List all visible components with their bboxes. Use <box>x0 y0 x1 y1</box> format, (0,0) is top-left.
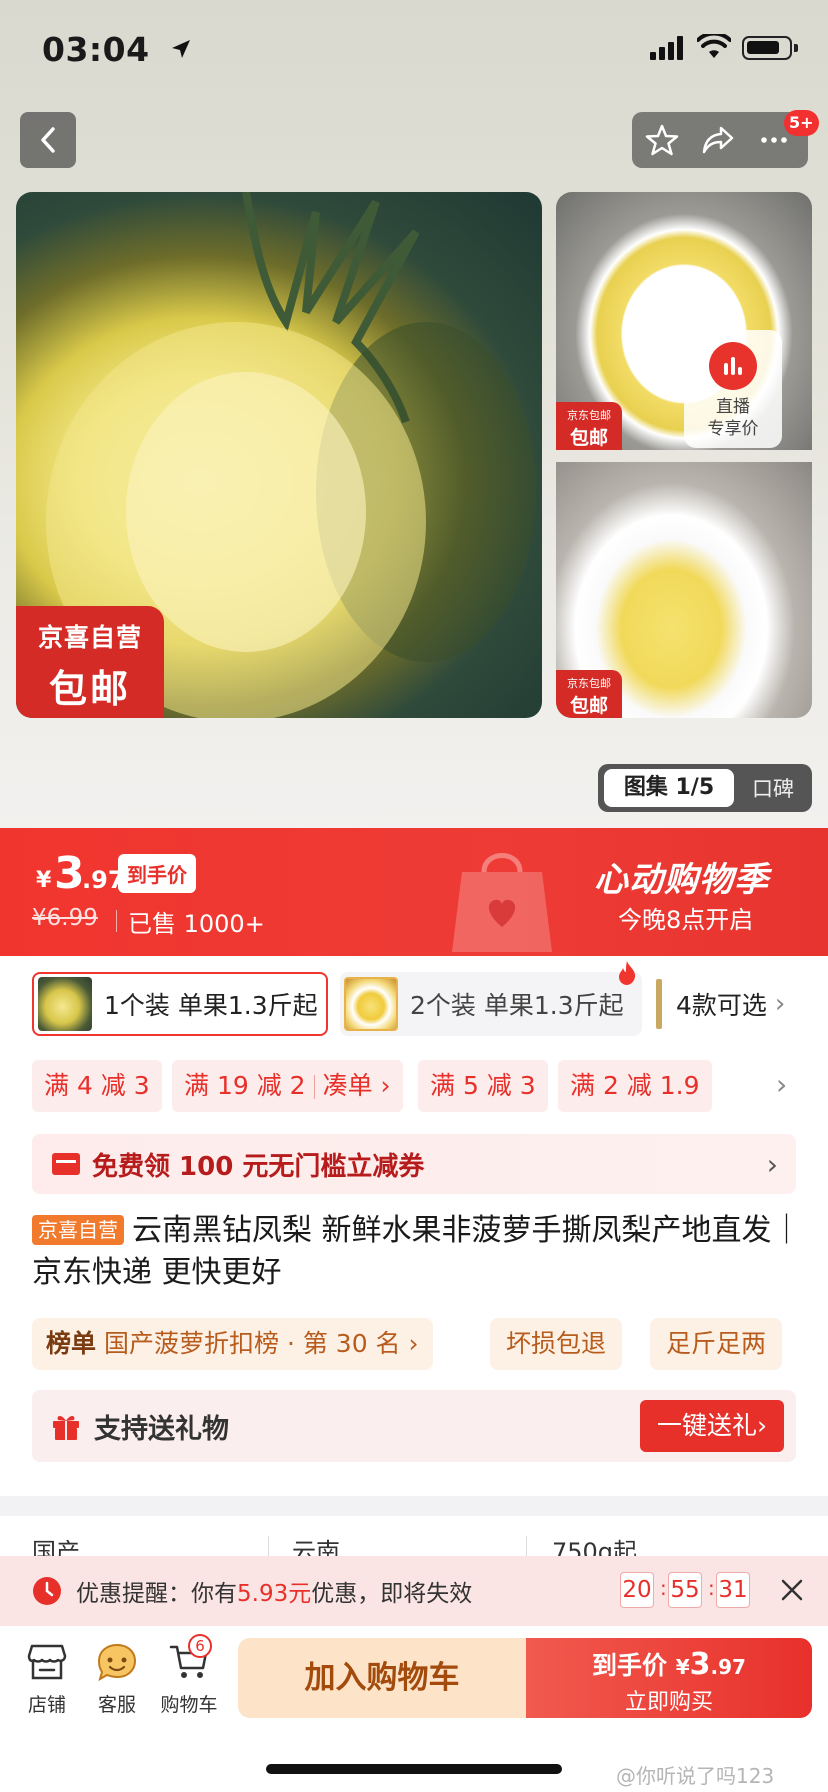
self-operated-tag: 京喜自营 <box>32 1215 124 1245</box>
store-button[interactable]: 店铺 <box>12 1642 82 1717</box>
cart-button[interactable]: 购物车 <box>154 1642 224 1717</box>
divider <box>116 910 117 932</box>
small-shipping-badge: 京东包邮 包邮 <box>556 402 622 450</box>
back-button[interactable] <box>20 112 76 168</box>
watermark: @你听说了吗123 <box>616 1764 775 1788</box>
chevron-right-icon: › <box>766 1147 778 1181</box>
product-info: 1个装 单果1.3斤起 2个装 单果1.3斤起 4款可选 › 满 4 减 3 满… <box>0 956 828 1496</box>
chevron-right-icon: › <box>774 989 786 1019</box>
add-on-link[interactable]: 凑单 › <box>323 1071 391 1100</box>
product-title: 京喜自营 云南黑钻凤梨 新鲜水果非菠萝手撕凤梨产地直发｜京东快递 更快更好 <box>32 1213 802 1290</box>
gift-banner: 支持送礼物 一键送礼› <box>32 1390 796 1462</box>
divider <box>268 1536 269 1556</box>
status-bar: 03:04 <box>0 0 828 100</box>
shipping-badge: 京喜自营 包邮 <box>16 606 164 718</box>
wifi-icon <box>697 34 731 58</box>
price-integer: 3 <box>54 848 85 899</box>
attributes-row: 国产 云南 750g起 <box>0 1516 828 1566</box>
gift-icon <box>53 1416 79 1440</box>
buy-now-button[interactable]: 到手价 ¥3.97 立即购买 <box>526 1638 812 1718</box>
header-actions <box>632 112 808 168</box>
free-coupon-banner[interactable]: 免费领 100 元无门槛立减券 › <box>32 1134 796 1194</box>
send-gift-button[interactable]: 一键送礼› <box>640 1400 784 1452</box>
divider <box>313 1075 315 1099</box>
variant-option-1[interactable]: 1个装 单果1.3斤起 <box>32 972 328 1036</box>
coupon-chip[interactable]: 满 2 减 1.9 <box>558 1060 712 1112</box>
signal-icon <box>650 36 683 60</box>
customer-service-button[interactable]: 客服 <box>82 1642 152 1717</box>
fire-icon <box>619 961 636 985</box>
price-currency: ¥ <box>36 868 52 893</box>
discount-reminder-bar: 优惠提醒：你有5.93元优惠，即将失效 20 : 55 : 31 <box>0 1556 828 1626</box>
countdown-hours: 20 <box>620 1572 654 1608</box>
product-main-image[interactable]: 京喜自营 包邮 <box>16 192 542 718</box>
coupon-chip[interactable]: 满 5 减 3 <box>418 1060 548 1112</box>
coupon-card-icon <box>52 1153 80 1175</box>
star-favorite-icon[interactable] <box>644 122 680 158</box>
countdown-minutes: 55 <box>668 1572 702 1608</box>
live-bars-icon <box>709 342 757 390</box>
small-shipping-badge: 京东包邮 包邮 <box>556 670 622 718</box>
ranking-chip[interactable]: 榜单 国产菠萝折扣榜 · 第 30 名 › <box>32 1318 433 1370</box>
status-time: 03:04 <box>42 30 150 69</box>
full-weight-chip[interactable]: 足斤足两 <box>650 1318 783 1370</box>
gallery-tabs: 图集 1/5 口碑 <box>598 764 812 812</box>
clock-icon <box>33 1577 61 1605</box>
countdown-colon: : <box>660 1576 667 1600</box>
reviews-tab[interactable]: 口碑 <box>734 773 812 803</box>
reminder-amount: 5.93元 <box>237 1581 312 1607</box>
add-to-cart-button[interactable]: 加入购物车 <box>238 1638 526 1718</box>
thumbnail-image-2[interactable]: 京东包邮 包邮 <box>556 462 812 718</box>
chevron-right-icon[interactable]: › <box>776 1068 787 1101</box>
more-variants-button[interactable]: 4款可选 › <box>656 972 828 1036</box>
variant-thumbnail <box>38 977 92 1031</box>
store-icon <box>27 1644 67 1680</box>
countdown-seconds: 31 <box>716 1572 750 1608</box>
variant-thumbnail <box>344 977 398 1031</box>
reminder-text: 优惠提醒：你有5.93元优惠，即将失效 <box>76 1581 473 1607</box>
close-icon[interactable] <box>778 1576 806 1604</box>
battery-icon <box>742 36 798 60</box>
promo-title: 心动购物季 <box>594 860 769 900</box>
album-tab[interactable]: 图集 1/5 <box>604 769 734 807</box>
variant-thumbnail-edge <box>656 979 662 1029</box>
live-price-button[interactable]: 直播 专享价 <box>684 330 782 448</box>
final-price-tag: 到手价 <box>118 854 196 893</box>
service-icon <box>97 1643 137 1682</box>
promo-subtitle: 今晚8点开启 <box>618 906 754 934</box>
home-indicator[interactable] <box>266 1764 562 1774</box>
sold-count: 已售 1000+ <box>128 910 265 938</box>
coupon-chip[interactable]: 满 4 减 3 <box>32 1060 162 1112</box>
countdown-colon: : <box>708 1576 715 1600</box>
chevron-left-icon <box>41 127 55 153</box>
variant-option-2[interactable]: 2个装 单果1.3斤起 <box>340 972 642 1036</box>
message-count-badge: 5+ <box>784 110 819 136</box>
shopping-bag-icon <box>452 853 552 952</box>
damage-refund-chip[interactable]: 坏损包退 <box>490 1318 623 1370</box>
coupon-chip[interactable]: 满 19 减 2 凑单 › <box>172 1060 403 1112</box>
original-price: ¥6.99 <box>32 905 98 931</box>
price-banner: ¥ 3 .97 到手价 ¥6.99 已售 1000+ 心动购物季 今晚8点开启 <box>0 828 828 956</box>
cart-count-badge: 6 <box>188 1634 212 1658</box>
share-icon[interactable] <box>700 122 736 158</box>
location-arrow-icon <box>172 40 190 58</box>
divider <box>526 1536 527 1556</box>
